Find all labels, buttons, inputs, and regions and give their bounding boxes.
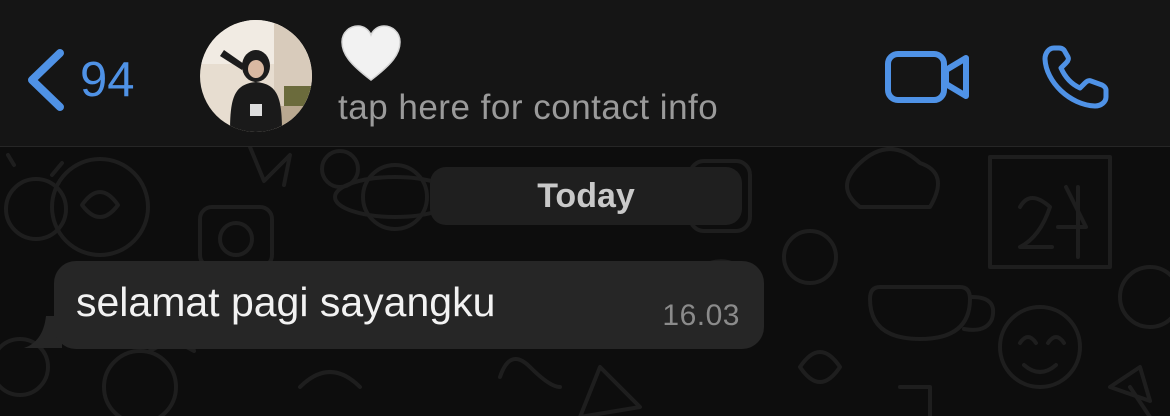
date-separator: Today bbox=[430, 167, 742, 225]
message-bubble-incoming[interactable]: selamat pagi sayangku 16.03 bbox=[54, 261, 764, 349]
contact-info-hint[interactable]: tap here for contact info bbox=[338, 88, 718, 128]
phone-icon bbox=[1042, 45, 1109, 109]
chat-header: 94 tap here for contact info bbox=[0, 0, 1170, 147]
avatar[interactable] bbox=[200, 20, 312, 132]
back-button[interactable]: 94 bbox=[22, 40, 135, 120]
voice-call-button[interactable] bbox=[1040, 44, 1112, 110]
video-call-button[interactable] bbox=[884, 48, 970, 106]
message-timestamp: 16.03 bbox=[662, 299, 740, 332]
chevron-left-icon bbox=[28, 49, 64, 111]
chat-screen: 94 tap here for contact info Today selam… bbox=[0, 0, 1170, 416]
white-heart-icon[interactable] bbox=[340, 24, 402, 84]
video-camera-icon bbox=[885, 51, 969, 103]
unread-count: 94 bbox=[80, 52, 135, 107]
message-text: selamat pagi sayangku bbox=[76, 279, 496, 325]
message-list[interactable]: Today selamat pagi sayangku 16.03 bbox=[0, 147, 1170, 416]
